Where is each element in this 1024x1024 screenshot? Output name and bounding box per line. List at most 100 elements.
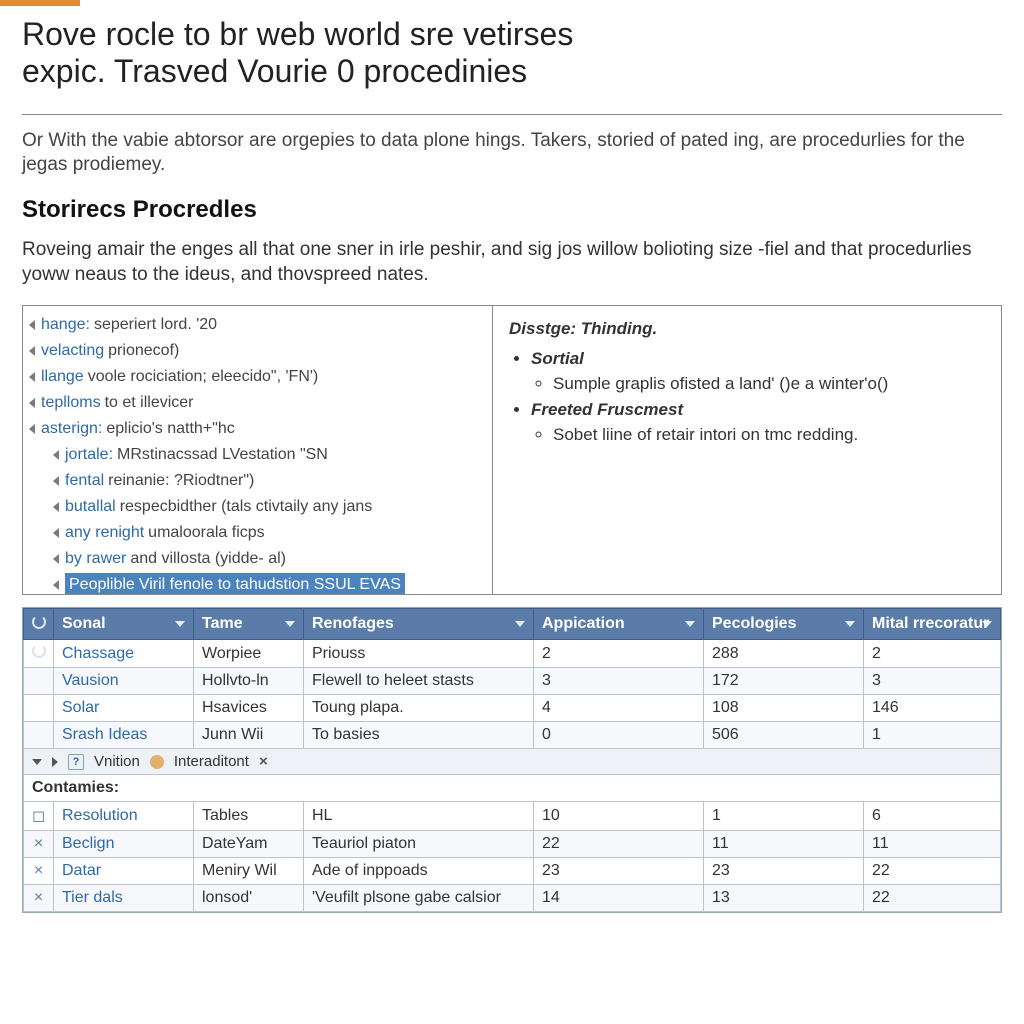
chevron-right-icon[interactable] — [52, 757, 58, 767]
collapse-triangle-icon[interactable] — [53, 502, 59, 512]
cell: Hollvto-ln — [194, 668, 304, 695]
cell: 10 — [534, 802, 704, 831]
cell: 1 — [704, 802, 864, 831]
collapse-triangle-icon[interactable] — [29, 398, 35, 408]
collapse-triangle-icon[interactable] — [29, 424, 35, 434]
tree-item[interactable]: tepllomsto et illevicer — [29, 390, 492, 416]
page-title-line2: expic. Trasved Vourie 0 procedinies — [22, 53, 1002, 90]
row-icon-cell — [24, 640, 54, 668]
table-row[interactable]: SolarHsavicesToung plapa.4108146 — [24, 695, 1001, 722]
collapse-triangle-icon[interactable] — [53, 554, 59, 564]
table-row[interactable]: ×Tier dalslonsod''Veufilt plsone gabe ca… — [24, 885, 1001, 912]
tree-item-text: seperiert lord. '20 — [94, 316, 217, 333]
sort-icon — [285, 621, 295, 627]
cell: 22 — [534, 831, 704, 858]
header-icon-col[interactable] — [24, 609, 54, 640]
cell: 4 — [534, 695, 704, 722]
row-icon-cell — [24, 668, 54, 695]
cell: 23 — [704, 858, 864, 885]
tree-panel: hange:seperiert lord. '20velactingprione… — [23, 306, 493, 594]
page-content: Rove rocle to br web world sre vetirses … — [0, 6, 1024, 913]
desc-item-label: Freeted Fruscmest — [531, 400, 683, 419]
cell: Solar — [54, 695, 194, 722]
tree-item[interactable]: llangevoole rociciation; eleecido", 'FN'… — [29, 364, 492, 390]
tree-item[interactable]: any renightumaloorala ficps — [29, 520, 492, 546]
tree-item[interactable]: by rawerand villosta (yidde- al) — [29, 546, 492, 572]
cell: Worpiee — [194, 640, 304, 668]
sort-icon — [175, 621, 185, 627]
collapse-triangle-icon[interactable] — [29, 346, 35, 356]
collapse-triangle-icon[interactable] — [53, 580, 59, 590]
grid-group-bar[interactable]: ? Vnition Interaditont × — [24, 749, 1001, 775]
collapse-triangle-icon[interactable] — [53, 450, 59, 460]
table-row[interactable]: ◻ResolutionTablesHL1016 — [24, 802, 1001, 831]
tree-item[interactable]: jortale:MRstinacssad LVestation "SN — [29, 442, 492, 468]
refresh-icon — [32, 644, 46, 658]
intro-paragraph: Or With the vabie abtorsor are orgepies … — [22, 114, 1002, 178]
sort-icon — [515, 621, 525, 627]
tree-item[interactable]: velactingprionecof) — [29, 338, 492, 364]
cell: 14 — [534, 885, 704, 912]
cell: Beclign — [54, 831, 194, 858]
cell: 1 — [864, 722, 1001, 749]
tree-item[interactable]: asterign:eplicio's natth+"hc — [29, 416, 492, 442]
data-grid: Sonal Tame Renofages Appication Pecologi… — [22, 607, 1002, 913]
tree-item[interactable]: PeoplibleViril fenole to tahudstion SSUL… — [29, 572, 492, 594]
col-tame[interactable]: Tame — [194, 609, 304, 640]
table-row[interactable]: VausionHollvto-lnFlewell to heleet stast… — [24, 668, 1001, 695]
close-icon[interactable]: × — [259, 753, 268, 770]
tree-scroll-area[interactable]: hange:seperiert lord. '20velactingprione… — [23, 306, 492, 594]
cell: Hsavices — [194, 695, 304, 722]
col-mital[interactable]: Mital rrecoratur — [864, 609, 1001, 640]
desc-item-sub: Sumple graplis ofisted a land' ()e a win… — [553, 371, 985, 397]
tree-item[interactable]: fentalreinanie: ?Riodtner") — [29, 468, 492, 494]
collapse-triangle-icon[interactable] — [29, 320, 35, 330]
sort-icon — [982, 621, 992, 627]
cell: Datar — [54, 858, 194, 885]
col-pecologies[interactable]: Pecologies — [704, 609, 864, 640]
tree-item-label: teplloms — [41, 394, 101, 411]
cell: 'Veufilt plsone gabe calsior — [304, 885, 534, 912]
cell: 23 — [534, 858, 704, 885]
cell: Junn Wii — [194, 722, 304, 749]
cell: 146 — [864, 695, 1001, 722]
tree-item-label: hange: — [41, 316, 90, 333]
table-row[interactable]: ×DatarMeniry WilAde of inppoads232322 — [24, 858, 1001, 885]
close-icon: × — [24, 885, 54, 912]
desc-item-freeted: Freeted Fruscmest Sobet liine of retair … — [531, 397, 985, 448]
table-row[interactable]: ChassageWorpieePriouss22882 — [24, 640, 1001, 668]
tree-item[interactable]: butallalrespecbidther (tals ctivtaily an… — [29, 494, 492, 520]
help-icon[interactable]: ? — [68, 754, 84, 770]
desc-item-sortial: Sortial Sumple graplis ofisted a land' (… — [531, 346, 985, 397]
tree-item[interactable]: hange:seperiert lord. '20 — [29, 312, 492, 338]
collapse-triangle-icon[interactable] — [53, 528, 59, 538]
cell: Resolution — [54, 802, 194, 831]
section-heading: Storirecs Procredles — [22, 196, 1002, 224]
cell: 22 — [864, 858, 1001, 885]
cell: DateYam — [194, 831, 304, 858]
col-renofages[interactable]: Renofages — [304, 609, 534, 640]
col-sonal[interactable]: Sonal — [54, 609, 194, 640]
page-title-line1: Rove rocle to br web world sre vetirses — [22, 16, 573, 52]
col-appication[interactable]: Appication — [534, 609, 704, 640]
cell: 172 — [704, 668, 864, 695]
cell: HL — [304, 802, 534, 831]
chevron-down-icon[interactable] — [32, 759, 42, 765]
tree-item-text: MRstinacssad LVestation "SN — [117, 446, 328, 463]
cell: Teauriol piaton — [304, 831, 534, 858]
row-icon-cell — [24, 722, 54, 749]
group-chip-label: Interaditont — [174, 753, 249, 770]
row-icon-cell — [24, 695, 54, 722]
table-row[interactable]: Srash IdeasJunn WiiTo basies05061 — [24, 722, 1001, 749]
collapse-triangle-icon[interactable] — [53, 476, 59, 486]
section-paragraph: Roveing amair the enges all that one sne… — [22, 238, 1002, 287]
desc-item-label: Sortial — [531, 349, 584, 368]
checkbox-icon: ◻ — [24, 802, 54, 831]
tree-item-label: asterign: — [41, 420, 102, 437]
table-row[interactable]: ×BeclignDateYamTeauriol piaton221111 — [24, 831, 1001, 858]
desc-title: Disstge: Thinding. — [509, 316, 985, 342]
tree-item-label: fental — [65, 472, 104, 489]
collapse-triangle-icon[interactable] — [29, 372, 35, 382]
tree-item-label: Peoplible — [69, 576, 135, 593]
cell: Tier dals — [54, 885, 194, 912]
